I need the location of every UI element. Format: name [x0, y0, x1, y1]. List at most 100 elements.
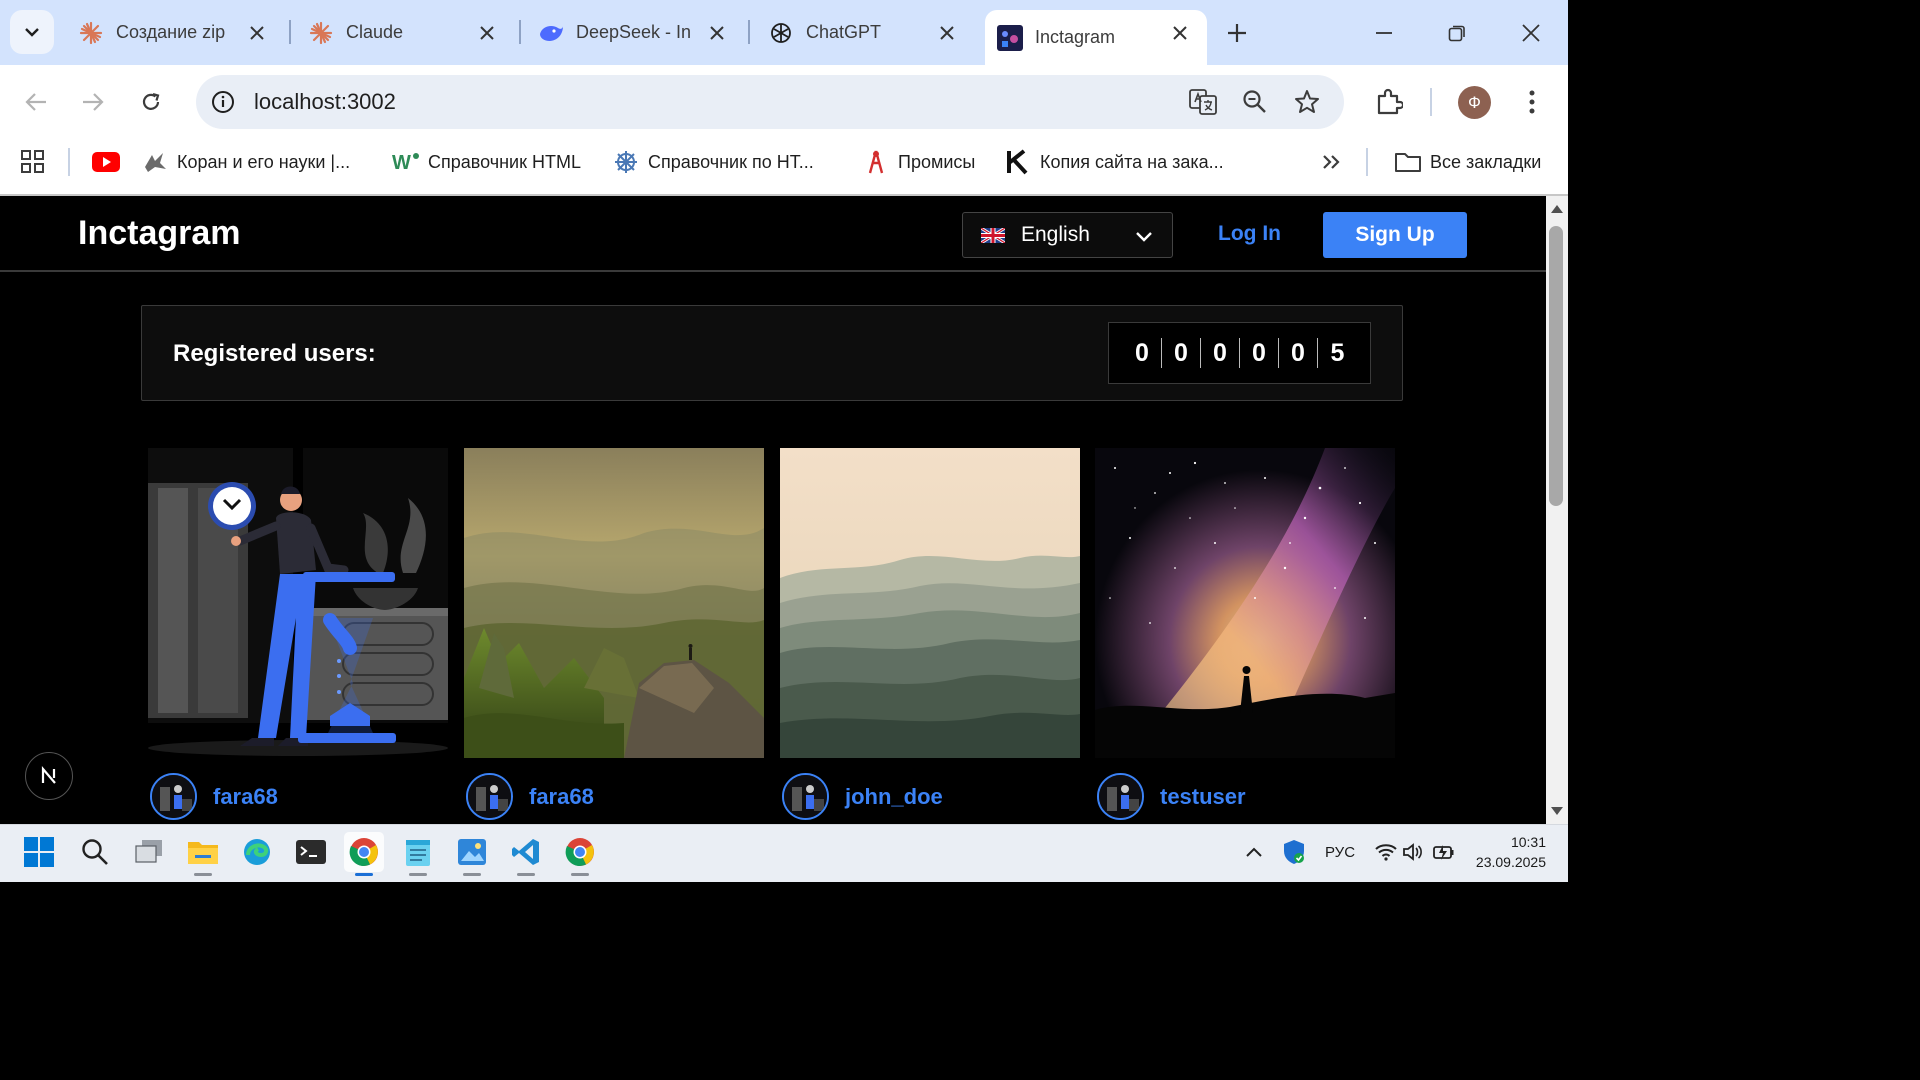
profile-avatar[interactable]: Ф: [1458, 86, 1491, 119]
bookmark-youtube[interactable]: [92, 148, 128, 176]
bookmark-item[interactable]: Коран и его науки |...: [141, 148, 350, 176]
security-tray-button[interactable]: [1274, 832, 1314, 872]
close-icon[interactable]: [476, 22, 498, 44]
bookmark-label: Справочник по НТ...: [648, 151, 814, 172]
chatgpt-icon: [768, 20, 794, 46]
bookmark-label: Копия сайта на зака...: [1040, 151, 1224, 172]
chevron-down-icon: [1136, 232, 1152, 242]
post-author[interactable]: fara68: [466, 773, 594, 820]
bookmark-star-icon[interactable]: [1292, 87, 1322, 117]
reload-button[interactable]: [134, 85, 168, 119]
bookmark-item[interactable]: W Справочник HTML: [392, 148, 581, 176]
inctagram-favicon: [997, 24, 1023, 51]
post-author[interactable]: fara68: [150, 773, 278, 820]
registered-users-label: Registered users:: [173, 340, 376, 367]
post-image-mountain-hiker[interactable]: [464, 448, 764, 758]
post-username[interactable]: john_doe: [845, 784, 943, 810]
show-hidden-icons-button[interactable]: [1234, 832, 1274, 872]
tab-title: ChatGPT: [806, 22, 882, 42]
scroll-down-arrow-icon[interactable]: [1550, 804, 1564, 818]
browser-tab-active[interactable]: Inctagram: [985, 10, 1207, 65]
edge-button[interactable]: [237, 832, 277, 872]
browser-tab[interactable]: Claude: [308, 10, 510, 55]
minimize-button[interactable]: [1369, 18, 1399, 48]
login-button[interactable]: Log In: [1218, 222, 1281, 246]
post-author[interactable]: john_doe: [782, 773, 943, 820]
deepseek-icon: [538, 20, 564, 46]
close-icon[interactable]: [246, 22, 268, 44]
taskbar-clock[interactable]: 10:31 23.09.2025: [1470, 832, 1546, 872]
chrome-button-2[interactable]: [560, 832, 600, 872]
avatar[interactable]: [466, 773, 513, 820]
registered-users-panel: Registered users: 0 0 0 0 0 5: [141, 305, 1403, 401]
post-card[interactable]: john_doe: [780, 448, 1080, 820]
avatar[interactable]: [1097, 773, 1144, 820]
bookmark-item[interactable]: Промисы: [862, 148, 975, 176]
extensions-button[interactable]: [1372, 85, 1406, 119]
site-logo[interactable]: Inctagram: [78, 214, 241, 253]
post-image-milky-way[interactable]: [1095, 448, 1395, 758]
terminal-button[interactable]: [291, 832, 331, 872]
post-username[interactable]: testuser: [1160, 784, 1246, 810]
signup-button[interactable]: Sign Up: [1323, 212, 1467, 258]
page-scrollbar[interactable]: [1546, 196, 1568, 824]
restore-button[interactable]: [1442, 18, 1472, 48]
forward-button[interactable]: [76, 85, 110, 119]
post-username[interactable]: fara68: [213, 784, 278, 810]
apps-button[interactable]: [19, 148, 55, 176]
task-view-button[interactable]: [129, 832, 169, 872]
battery-tray-button[interactable]: [1423, 832, 1463, 872]
chrome-button-active[interactable]: [344, 832, 384, 872]
more-bookmarks-button[interactable]: [1318, 148, 1354, 176]
browser-tab[interactable]: DeepSeek - In: [538, 10, 740, 55]
close-icon[interactable]: [1169, 22, 1191, 44]
back-button[interactable]: [19, 85, 53, 119]
file-explorer-button[interactable]: [183, 832, 223, 872]
post-image-illustration[interactable]: [148, 448, 448, 758]
url-text[interactable]: localhost:3002: [254, 89, 396, 115]
close-icon[interactable]: [706, 22, 728, 44]
post-image-misty-mountains[interactable]: [780, 448, 1080, 758]
all-bookmarks-label: Все закладки: [1430, 151, 1542, 172]
nextjs-dev-indicator[interactable]: [25, 752, 73, 800]
tab-search-button[interactable]: [10, 10, 54, 54]
avatar[interactable]: [782, 773, 829, 820]
nextjs-icon: [41, 766, 56, 784]
address-bar[interactable]: localhost:3002: [196, 75, 1344, 129]
bookmark-item[interactable]: Копия сайта на зака...: [1004, 148, 1224, 176]
bookmark-item[interactable]: Справочник по НТ...: [612, 148, 814, 176]
browser-tab[interactable]: Создание zip: [78, 10, 280, 55]
svg-text:W: W: [392, 152, 411, 173]
vscode-button[interactable]: [506, 832, 546, 872]
scrollbar-thumb[interactable]: [1549, 226, 1563, 506]
browser-tab[interactable]: ChatGPT: [768, 10, 970, 55]
post-card[interactable]: fara68: [464, 448, 764, 820]
post-username[interactable]: fara68: [529, 784, 594, 810]
scroll-up-arrow-icon[interactable]: [1550, 202, 1564, 216]
translate-icon[interactable]: [1188, 87, 1218, 117]
site-info-icon[interactable]: [208, 87, 238, 117]
task-view-icon: [135, 840, 162, 863]
zoom-icon[interactable]: [1240, 87, 1270, 117]
toolbar-separator: [1430, 88, 1432, 116]
close-icon[interactable]: [936, 22, 958, 44]
input-language-indicator[interactable]: РУС: [1325, 844, 1355, 861]
all-bookmarks-button[interactable]: Все закладки: [1394, 148, 1541, 176]
avatar[interactable]: [150, 773, 197, 820]
post-author[interactable]: testuser: [1097, 773, 1246, 820]
taskbar-search-button[interactable]: [75, 832, 115, 872]
chevron-up-icon: [1246, 847, 1262, 857]
reload-icon: [142, 92, 160, 110]
post-card[interactable]: testuser: [1095, 448, 1395, 820]
app-active-indicator: [355, 873, 373, 876]
start-button[interactable]: [19, 832, 59, 872]
tab-title: Inctagram: [1035, 27, 1116, 47]
post-card[interactable]: fara68: [148, 448, 448, 820]
close-window-button[interactable]: [1516, 18, 1546, 48]
chrome-icon: [565, 838, 594, 867]
browser-menu-button[interactable]: [1515, 85, 1549, 119]
language-select[interactable]: English: [962, 212, 1173, 258]
notepad-button[interactable]: [398, 832, 438, 872]
new-tab-button[interactable]: [1222, 18, 1252, 48]
photos-button[interactable]: [452, 832, 492, 872]
